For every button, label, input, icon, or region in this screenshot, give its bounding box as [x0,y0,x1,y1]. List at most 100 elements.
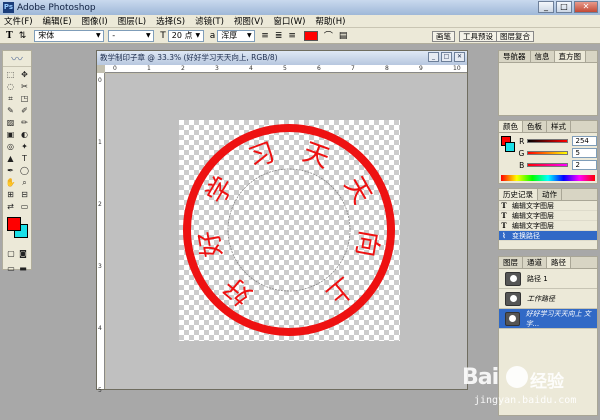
fullscreen-mode-icon[interactable]: ▬ [17,263,29,274]
font-size-select[interactable]: 20 点 ▼ [167,29,204,42]
toolbox-tool-icon[interactable]: ✎ [4,105,17,116]
transparent-canvas[interactable]: 好好学习天天向上 [179,120,400,341]
seal-character: 习 [245,137,280,174]
toolbox-tool-icon[interactable]: ▨ [4,117,17,128]
horizontal-ruler[interactable]: 0 1 2 3 4 5 6 7 8 9 10 [105,65,467,73]
feather-logo-icon[interactable]: 〰 [3,51,31,67]
align-center-icon[interactable]: ≣ [275,31,283,41]
toolbox-tool-icon[interactable]: ⊞ [4,189,17,200]
text-color-swatch[interactable] [303,30,318,41]
document-titlebar[interactable]: 教学制印子章 @ 33.3% (好好学习天天向上, RGB/8) _ □ ✕ [97,51,467,65]
toolbox-tool-icon[interactable]: ⊟ [18,189,31,200]
path-row[interactable]: 工作路径 [499,289,597,309]
toolbox-tool-icon[interactable]: ▲ [4,153,17,164]
text-tool-icon[interactable]: T [6,31,13,41]
doc-close-button[interactable]: ✕ [454,52,465,62]
blue-value-field[interactable]: 2 [572,160,597,170]
vertical-ruler[interactable]: 0 1 2 3 4 5 [97,73,105,394]
tab-history[interactable]: 历史记录 [499,189,538,200]
green-value-field[interactable]: 5 [572,148,597,158]
menu-layer[interactable]: 图层(L) [118,15,146,27]
antialias-select[interactable]: 浑厚 ▼ [217,29,256,42]
toolbox-tool-icon[interactable]: ⇄ [4,201,17,212]
menu-file[interactable]: 文件(F) [4,15,33,27]
standard-mode-icon[interactable]: ▢ [5,248,17,259]
tab-tool-presets[interactable]: 工具预设 [459,31,497,42]
toolbox-tool-icon[interactable]: ✐ [18,105,31,116]
toolbox-tool-icon[interactable]: ✏ [18,117,31,128]
blue-track[interactable] [527,163,569,167]
doc-maximize-button[interactable]: □ [441,52,452,62]
foreground-color-swatch[interactable] [7,217,21,231]
close-button[interactable]: ✕ [574,1,598,13]
menu-view[interactable]: 视图(V) [234,15,263,27]
tab-info[interactable]: 信息 [531,51,555,62]
tab-swatches[interactable]: 色板 [523,121,547,132]
path-thumbnail [505,291,521,306]
tab-channels[interactable]: 通道 [523,257,547,268]
history-item[interactable]: T 编辑文字图层 [499,221,597,231]
menu-edit[interactable]: 编辑(E) [43,15,72,27]
history-item-selected[interactable]: ⌇ 变换路径 [499,231,597,241]
quickmask-mode-icon[interactable]: ◙ [17,248,29,259]
path-thumbnail [505,311,520,326]
toolbox-tool-icon[interactable]: T [18,153,31,164]
align-left-icon[interactable]: ≡ [261,31,269,41]
minimize-button[interactable]: _ [538,1,554,13]
tab-brushes[interactable]: 画笔 [432,31,455,42]
menu-window[interactable]: 窗口(W) [273,15,305,27]
tab-color[interactable]: 颜色 [499,121,523,132]
warp-text-icon[interactable]: ⌒ [324,29,333,42]
tab-layers[interactable]: 图层 [499,257,523,268]
align-right-icon[interactable]: ≡ [288,31,296,41]
toolbox-tool-icon[interactable]: ▣ [4,129,17,140]
screen-mode-icon[interactable]: ▭ [5,263,17,274]
toolbox-tool-icon[interactable]: ◌ [4,81,17,92]
font-style-select[interactable]: - ▼ [108,29,155,42]
text-orientation-icon[interactable]: ⇅ [19,31,27,41]
path-row-selected[interactable]: 好好学习天天向上 文字... [499,309,597,329]
tab-styles[interactable]: 样式 [547,121,571,132]
photoshop-logo-icon: Ps [3,2,14,13]
toolbox-tool-icon[interactable]: ✋ [4,177,17,188]
text-layer-icon: T [501,220,507,230]
toolbox-tool-icon[interactable]: ◯ [18,165,31,176]
menu-select[interactable]: 选择(S) [156,15,185,27]
color-bg-swatch[interactable] [505,142,515,152]
color-ramp[interactable] [501,175,595,181]
toolbox-tool-icon[interactable]: ✒ [4,165,17,176]
doc-minimize-button[interactable]: _ [428,52,439,62]
toolbox-tool-icon[interactable]: ◳ [18,93,31,104]
red-track[interactable] [527,139,569,143]
maximize-button[interactable]: □ [556,1,572,13]
menu-image[interactable]: 图像(I) [82,15,108,27]
toolbox-tool-icon[interactable]: ✦ [18,141,31,152]
toolbox-tool-icon[interactable]: ▭ [18,201,31,212]
toolbox-tool-icon[interactable]: ⌕ [18,177,31,188]
watermark-url: jingyan.baidu.com [474,395,577,406]
tab-histogram[interactable]: 直方图 [554,51,586,62]
toolbox-tool-icon[interactable]: ✥ [18,69,31,80]
font-family-select[interactable]: 宋体 ▼ [34,29,105,42]
slider-red: R 254 [515,135,597,147]
toolbox-tool-icon[interactable]: ◐ [18,129,31,140]
character-panel-icon[interactable]: ▤ [339,31,348,41]
menu-help[interactable]: 帮助(H) [315,15,345,27]
toolbox-tool-icon[interactable]: ⌗ [4,93,17,104]
path-thumbnail [505,271,521,286]
baidu-jingyan-watermark: Bai 经验 jingyan.baidu.com [462,365,597,417]
tab-navigator[interactable]: 导航器 [499,51,531,62]
tab-paths[interactable]: 路径 [547,257,571,268]
history-item[interactable]: T 编辑文字图层 [499,201,597,211]
toolbox-tool-icon[interactable]: ✂ [18,81,31,92]
red-value-field[interactable]: 254 [572,136,597,146]
path-row[interactable]: 路径 1 [499,269,597,289]
slider-green: G 5 [515,147,597,159]
green-track[interactable] [527,151,569,155]
tab-layer-comps[interactable]: 图层复合 [496,31,534,42]
history-item[interactable]: T 编辑文字图层 [499,211,597,221]
menu-filter[interactable]: 滤镜(T) [195,15,224,27]
toolbox-tool-icon[interactable]: ⬚ [4,69,17,80]
toolbox-tool-icon[interactable]: ◎ [4,141,17,152]
tab-actions[interactable]: 动作 [538,189,562,200]
